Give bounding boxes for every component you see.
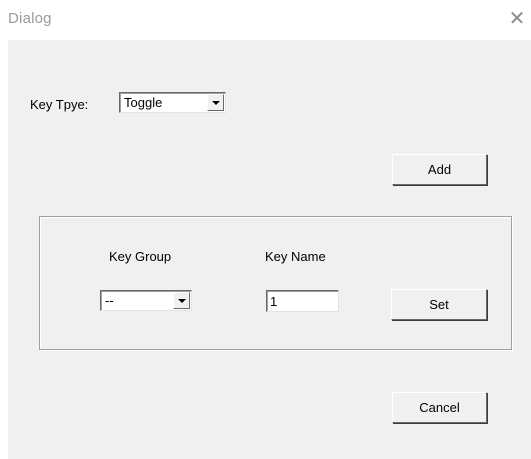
close-icon[interactable]: ✕ [507, 9, 527, 29]
key-name-input[interactable] [266, 290, 339, 312]
chevron-down-icon[interactable] [207, 94, 224, 111]
key-name-label: Key Name [265, 249, 326, 264]
title-bar[interactable]: Dialog ✕ [0, 0, 531, 40]
key-group-dropdown[interactable]: -- [100, 290, 192, 311]
dialog-client-area: Key Tpye: Toggle Add Key Group Key Name … [8, 40, 531, 459]
chevron-down-icon[interactable] [173, 292, 190, 309]
key-type-selected-value: Toggle [124, 95, 163, 110]
window-title: Dialog [8, 10, 52, 27]
set-button[interactable]: Set [391, 289, 487, 320]
key-type-label: Key Tpye: [30, 97, 89, 112]
key-type-dropdown[interactable]: Toggle [119, 92, 226, 113]
cancel-button[interactable]: Cancel [392, 392, 487, 423]
key-group-label: Key Group [109, 249, 172, 264]
key-group-box [39, 216, 512, 350]
key-group-selected-value: -- [105, 293, 114, 308]
add-button[interactable]: Add [392, 154, 487, 185]
dialog-window: Dialog ✕ Key Tpye: Toggle Add Key Group … [0, 0, 531, 459]
